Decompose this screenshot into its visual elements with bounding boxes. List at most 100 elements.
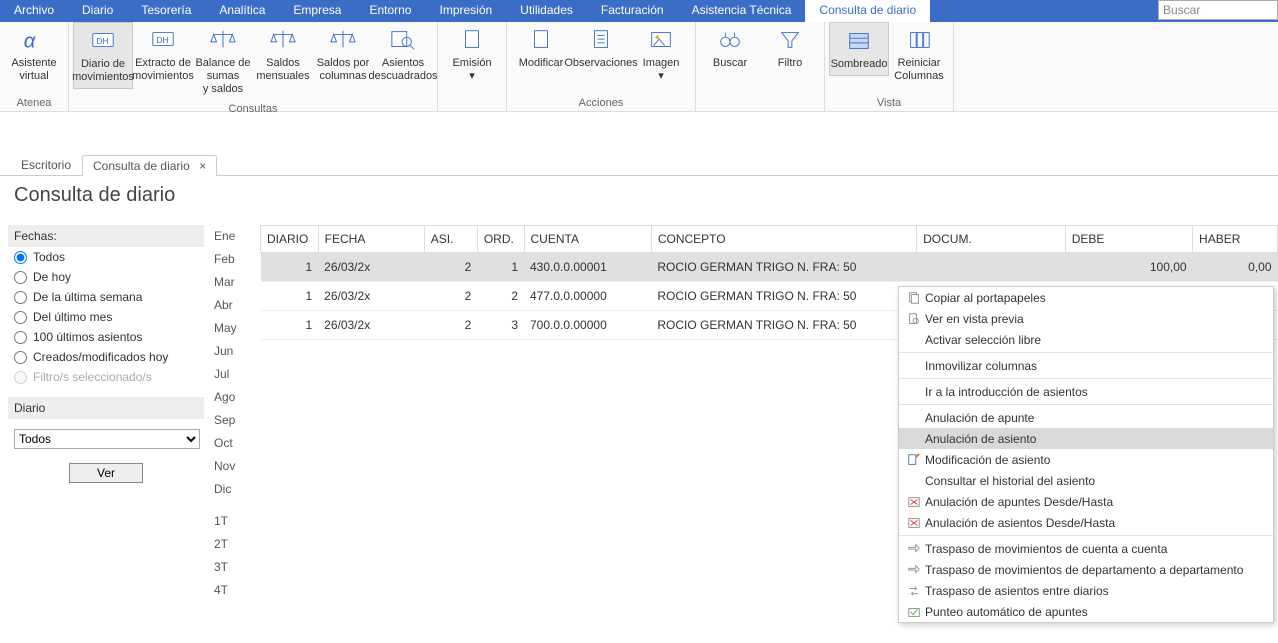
ctx-anulaci-n-de-apuntes-desde-hasta[interactable]: Anulación de apuntes Desde/Hasta	[899, 491, 1273, 512]
tab-escritorio[interactable]: Escritorio	[10, 154, 82, 175]
diario-select[interactable]: Todos	[14, 429, 200, 449]
menu-impresión[interactable]: Impresión	[425, 0, 506, 22]
col-concepto[interactable]: CONCEPTO	[651, 226, 916, 253]
ribbon-asistente-virtual[interactable]: αAsistentevirtual	[4, 22, 64, 87]
radio-de-la-ltima-semana[interactable]: De la última semana	[8, 287, 204, 307]
month-abr[interactable]: Abr	[210, 298, 260, 312]
menu-empresa[interactable]: Empresa	[279, 0, 355, 22]
month-1t[interactable]: 1T	[210, 514, 260, 528]
radio-filtro-s-seleccionado-s: Filtro/s seleccionado/s	[8, 367, 204, 387]
menu-diario[interactable]: Diario	[68, 0, 127, 22]
month-sep[interactable]: Sep	[210, 413, 260, 427]
col-debe[interactable]: DEBE	[1065, 226, 1192, 253]
menu-tesorería[interactable]: Tesorería	[127, 0, 205, 22]
ribbon-extracto-de-movimientos[interactable]: DHExtracto demovimientos	[133, 22, 193, 87]
col-ord[interactable]: ORD.	[477, 226, 524, 253]
month-ene[interactable]: Ene	[210, 229, 260, 243]
ctx-anulaci-n-de-apunte[interactable]: Anulación de apunte	[899, 407, 1273, 428]
ctx-punteo-autom-tico-de-apuntes[interactable]: Punteo automático de apuntes	[899, 601, 1273, 622]
ctx-label: Ver en vista previa	[925, 312, 1024, 326]
col-fecha[interactable]: FECHA	[318, 226, 424, 253]
ctx-consultar-el-historial-del-asiento[interactable]: Consultar el historial del asiento	[899, 470, 1273, 491]
menu-utilidades[interactable]: Utilidades	[506, 0, 587, 22]
radio-input[interactable]	[14, 291, 27, 304]
month-3t[interactable]: 3T	[210, 560, 260, 574]
ribbon-reiniciar-columnas[interactable]: ReiniciarColumnas	[889, 22, 949, 87]
close-icon[interactable]: ×	[199, 159, 206, 173]
ctx-ir-a-la-introducci-n-de-asientos[interactable]: Ir a la introducción de asientos	[899, 381, 1273, 402]
transfer-icon	[903, 563, 925, 577]
month-jun[interactable]: Jun	[210, 344, 260, 358]
radio-del-ltimo-mes[interactable]: Del último mes	[8, 307, 204, 327]
month-may[interactable]: May	[210, 321, 260, 335]
radio--ltimos-asientos[interactable]: 100 últimos asientos	[8, 327, 204, 347]
radio-todos[interactable]: Todos	[8, 247, 204, 267]
ctx-separator	[899, 404, 1273, 405]
radio-input[interactable]	[14, 271, 27, 284]
radio-de-hoy[interactable]: De hoy	[8, 267, 204, 287]
radio-input[interactable]	[14, 311, 27, 324]
col-docum[interactable]: DOCUM.	[917, 226, 1066, 253]
tab-consulta-diario[interactable]: Consulta de diario ×	[82, 155, 217, 176]
radio-input[interactable]	[14, 351, 27, 364]
ctx-label: Anulación de apunte	[925, 411, 1034, 425]
month-jul[interactable]: Jul	[210, 367, 260, 381]
col-asi[interactable]: ASI.	[424, 226, 477, 253]
month-oct[interactable]: Oct	[210, 436, 260, 450]
ctx-activar-selecci-n-libre[interactable]: Activar selección libre	[899, 329, 1273, 350]
ribbon-saldos-mensuales[interactable]: Saldosmensuales	[253, 22, 313, 87]
ctx-anulaci-n-de-asiento[interactable]: Anulación de asiento	[899, 428, 1273, 449]
ribbon-observaciones[interactable]: Observaciones	[571, 22, 631, 74]
col-cuenta[interactable]: CUENTA	[524, 226, 651, 253]
radio-label: 100 últimos asientos	[33, 330, 142, 344]
menu-asistencia-técnica[interactable]: Asistencia Técnica	[678, 0, 806, 22]
ribbon-modificar[interactable]: Modificar	[511, 22, 571, 74]
ctx-ver-en-vista-previa[interactable]: Ver en vista previa	[899, 308, 1273, 329]
col-haber[interactable]: HABER	[1193, 226, 1278, 253]
month-mar[interactable]: Mar	[210, 275, 260, 289]
menu-entorno[interactable]: Entorno	[355, 0, 425, 22]
ribbon-balance-de-sumas-y-saldos[interactable]: Balance de sumasy saldos	[193, 22, 253, 101]
ribbon-sombreado[interactable]: Sombreado	[829, 22, 889, 76]
ctx-traspaso-de-movimientos-de-cuenta-a-cuenta[interactable]: Traspaso de movimientos de cuenta a cuen…	[899, 538, 1273, 559]
search-input[interactable]: Buscar	[1158, 0, 1278, 20]
ribbon-asientos-descuadrados[interactable]: Asientosdescuadrados	[373, 22, 433, 87]
month-2t[interactable]: 2T	[210, 537, 260, 551]
menu-consulta-de-diario[interactable]: Consulta de diario	[805, 0, 930, 22]
table-row[interactable]: 126/03/2x21430.0.0.00001ROCIO GERMAN TRI…	[261, 253, 1278, 282]
ctx-label: Ir a la introducción de asientos	[925, 385, 1088, 399]
ver-button[interactable]: Ver	[69, 463, 143, 483]
ribbon-diario-de-movimientos[interactable]: DHDiario demovimientos	[73, 22, 133, 89]
ribbon-saldos-por-columnas[interactable]: Saldos porcolumnas	[313, 22, 373, 87]
ctx-label: Traspaso de asientos entre diarios	[925, 584, 1109, 598]
ctx-anulaci-n-de-asientos-desde-hasta[interactable]: Anulación de asientos Desde/Hasta	[899, 512, 1273, 533]
ribbon-imagen-[interactable]: Imagen▾	[631, 22, 691, 87]
edit-icon	[903, 453, 925, 467]
month-dic[interactable]: Dic	[210, 482, 260, 496]
context-menu: Copiar al portapapeles Ver en vista previ…	[898, 286, 1274, 623]
month-4t[interactable]: 4T	[210, 583, 260, 597]
month-ago[interactable]: Ago	[210, 390, 260, 404]
menu-facturación[interactable]: Facturación	[587, 0, 678, 22]
ctx-traspaso-de-asientos-entre-diarios[interactable]: Traspaso de asientos entre diarios	[899, 580, 1273, 601]
ctx-copiar-al-portapapeles[interactable]: Copiar al portapapeles	[899, 287, 1273, 308]
month-nov[interactable]: Nov	[210, 459, 260, 473]
ctx-traspaso-de-movimientos-de-departamento-a-departamento[interactable]: Traspaso de movimientos de departamento …	[899, 559, 1273, 580]
ribbon-emisi-n-[interactable]: Emisión▾	[442, 22, 502, 87]
diario-header: Diario	[8, 397, 204, 419]
menu-analítica[interactable]: Analítica	[205, 0, 279, 22]
ribbon-filtro[interactable]: Filtro	[760, 22, 820, 74]
radio-input[interactable]	[14, 331, 27, 344]
ctx-inmovilizar-columnas[interactable]: Inmovilizar columnas	[899, 355, 1273, 376]
ribbon-buscar[interactable]: Buscar	[700, 22, 760, 74]
ctx-modificaci-n-de-asiento[interactable]: Modificación de asiento	[899, 449, 1273, 470]
cell: 26/03/2x	[318, 253, 424, 282]
doc-icon	[455, 26, 489, 54]
radio-creados-modificados-hoy[interactable]: Creados/modificados hoy	[8, 347, 204, 367]
month-feb[interactable]: Feb	[210, 252, 260, 266]
radio-label: Del último mes	[33, 310, 112, 324]
radio-input[interactable]	[14, 251, 27, 264]
ribbon-btn-label: Saldosmensuales	[256, 57, 309, 83]
col-diario[interactable]: DIARIO	[261, 226, 319, 253]
menu-archivo[interactable]: Archivo	[0, 0, 68, 22]
